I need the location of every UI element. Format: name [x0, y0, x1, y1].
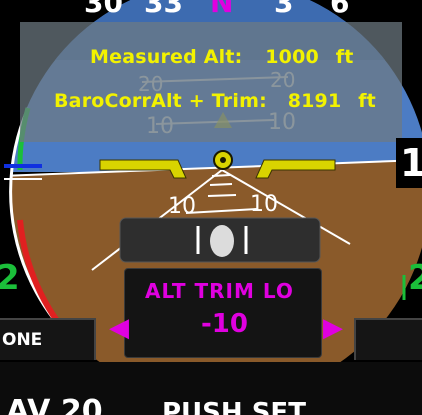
bottom-bar: AV 20 PUSH SET [0, 362, 422, 415]
heading-label-30: 30 [84, 0, 123, 19]
measured-alt-line: Measured Alt: 1000 ft [90, 46, 354, 68]
measured-alt-value: 1000 [265, 46, 319, 68]
altitude-info-panel: Measured Alt: 1000 ft BaroCorrAlt + Trim… [20, 22, 402, 142]
baro-corr-alt-line: BaroCorrAlt + Trim: 8191 ft [54, 90, 376, 112]
baro-corr-alt-value: 8191 [287, 90, 342, 112]
heading-label-6: 6 [330, 0, 350, 19]
push-set-label[interactable]: PUSH SET [162, 398, 306, 415]
pitch-label-minus10-right: 10 [250, 192, 278, 217]
heading-label-3: 3 [274, 0, 294, 19]
softkey-one[interactable]: ONE [0, 318, 96, 360]
alt-trim-control[interactable]: ALT TRIM LO ◀ -10 ▶ [109, 268, 343, 358]
right-scale-digit: 2 [408, 258, 422, 298]
heading-label-33: 33 [144, 0, 183, 19]
slip-ball [210, 225, 234, 257]
trim-increase-arrow[interactable]: ▶ [323, 313, 343, 343]
trim-decrease-arrow[interactable]: ◀ [109, 313, 129, 343]
attitude-display: 30 33 N 3 6 20 20 10 10 Measured Alt: 10… [0, 0, 422, 415]
left-scale-digit: 2 [0, 258, 20, 298]
measured-alt-unit: ft [335, 46, 354, 68]
softkey-right[interactable] [354, 318, 422, 360]
altitude-tape-digit: 1 [396, 138, 422, 188]
baro-corr-alt-unit: ft [358, 90, 376, 112]
alt-trim-value: -10 [201, 309, 248, 339]
baro-corr-alt-label: BaroCorrAlt + Trim: [54, 90, 267, 112]
pitch-label-minus10-left: 10 [168, 194, 196, 219]
measured-alt-label: Measured Alt: [90, 46, 243, 68]
knob-label-av: AV 20 [6, 394, 103, 415]
heading-label-n: N [210, 0, 234, 19]
alt-trim-title: ALT TRIM LO [145, 279, 294, 303]
